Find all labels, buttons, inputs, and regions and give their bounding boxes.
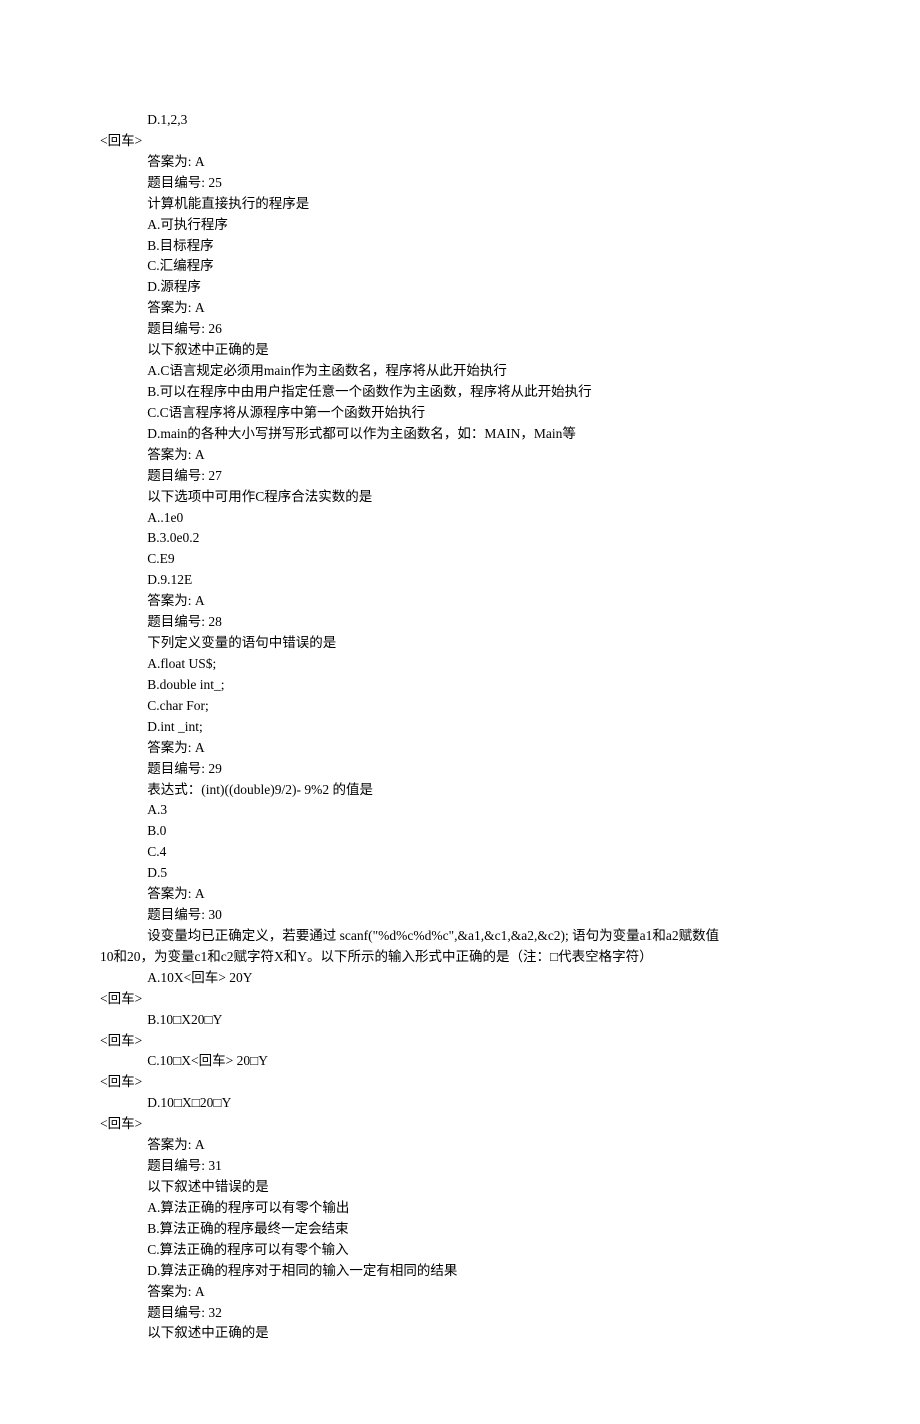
text-line: 题目编号: 31: [100, 1156, 820, 1177]
text-line: A.C语言规定必须用main作为主函数名，程序将从此开始执行: [100, 361, 820, 382]
text-line: A.10X<回车> 20Y: [100, 968, 820, 989]
text-line: B.算法正确的程序最终一定会结束: [100, 1219, 820, 1240]
text-line: C.算法正确的程序可以有零个输入: [100, 1240, 820, 1261]
text-line: C.char For;: [100, 696, 820, 717]
text-line: C.C语言程序将从源程序中第一个函数开始执行: [100, 403, 820, 424]
text-line: 题目编号: 25: [100, 173, 820, 194]
text-line: 答案为: A: [100, 884, 820, 905]
text-line: 题目编号: 30: [100, 905, 820, 926]
text-line: B.0: [100, 821, 820, 842]
text-line: 题目编号: 26: [100, 319, 820, 340]
text-line: 下列定义变量的语句中错误的是: [100, 633, 820, 654]
text-line: A.算法正确的程序可以有零个输出: [100, 1198, 820, 1219]
text-line: D.1,2,3: [100, 110, 820, 131]
text-line: 答案为: A: [100, 738, 820, 759]
text-line: B.3.0e0.2: [100, 528, 820, 549]
text-line: C.4: [100, 842, 820, 863]
text-line: 答案为: A: [100, 445, 820, 466]
text-line: 题目编号: 27: [100, 466, 820, 487]
text-line: C.E9: [100, 549, 820, 570]
text-line: 计算机能直接执行的程序是: [100, 194, 820, 215]
text-line: 10和20，为变量c1和c2赋字符X和Y。以下所示的输入形式中正确的是（注：□代…: [100, 947, 820, 968]
text-line: <回车>: [100, 1114, 820, 1135]
text-line: 表达式：(int)((double)9/2)- 9%2 的值是: [100, 780, 820, 801]
text-line: A.可执行程序: [100, 215, 820, 236]
text-line: <回车>: [100, 1031, 820, 1052]
text-line: 答案为: A: [100, 591, 820, 612]
text-line: D.源程序: [100, 277, 820, 298]
text-line: <回车>: [100, 989, 820, 1010]
text-line: C.10□X<回车> 20□Y: [100, 1051, 820, 1072]
text-line: 以下选项中可用作C程序合法实数的是: [100, 487, 820, 508]
text-line: 以下叙述中错误的是: [100, 1177, 820, 1198]
text-line: 题目编号: 29: [100, 759, 820, 780]
text-line: <回车>: [100, 131, 820, 152]
text-line: A.float US$;: [100, 654, 820, 675]
text-line: 设变量均已正确定义，若要通过 scanf("%d%c%d%c",&a1,&c1,…: [100, 926, 820, 947]
text-line: D.5: [100, 863, 820, 884]
document-body: D.1,2,3<回车>答案为: A题目编号: 25计算机能直接执行的程序是A.可…: [100, 110, 820, 1344]
text-line: C.汇编程序: [100, 256, 820, 277]
text-line: 以下叙述中正确的是: [100, 1323, 820, 1344]
text-line: B.目标程序: [100, 236, 820, 257]
text-line: D.9.12E: [100, 570, 820, 591]
text-line: 答案为: A: [100, 152, 820, 173]
text-line: 题目编号: 28: [100, 612, 820, 633]
text-line: B.可以在程序中由用户指定任意一个函数作为主函数，程序将从此开始执行: [100, 382, 820, 403]
text-line: D.main的各种大小写拼写形式都可以作为主函数名，如：MAIN，Main等: [100, 424, 820, 445]
text-line: 以下叙述中正确的是: [100, 340, 820, 361]
text-line: B.double int_;: [100, 675, 820, 696]
text-line: 答案为: A: [100, 298, 820, 319]
text-line: <回车>: [100, 1072, 820, 1093]
text-line: A.3: [100, 800, 820, 821]
text-line: B.10□X20□Y: [100, 1010, 820, 1031]
text-line: 答案为: A: [100, 1282, 820, 1303]
text-line: D.10□X□20□Y: [100, 1093, 820, 1114]
text-line: 题目编号: 32: [100, 1303, 820, 1324]
text-line: A..1e0: [100, 508, 820, 529]
text-line: D.int _int;: [100, 717, 820, 738]
text-line: D.算法正确的程序对于相同的输入一定有相同的结果: [100, 1261, 820, 1282]
text-line: 答案为: A: [100, 1135, 820, 1156]
